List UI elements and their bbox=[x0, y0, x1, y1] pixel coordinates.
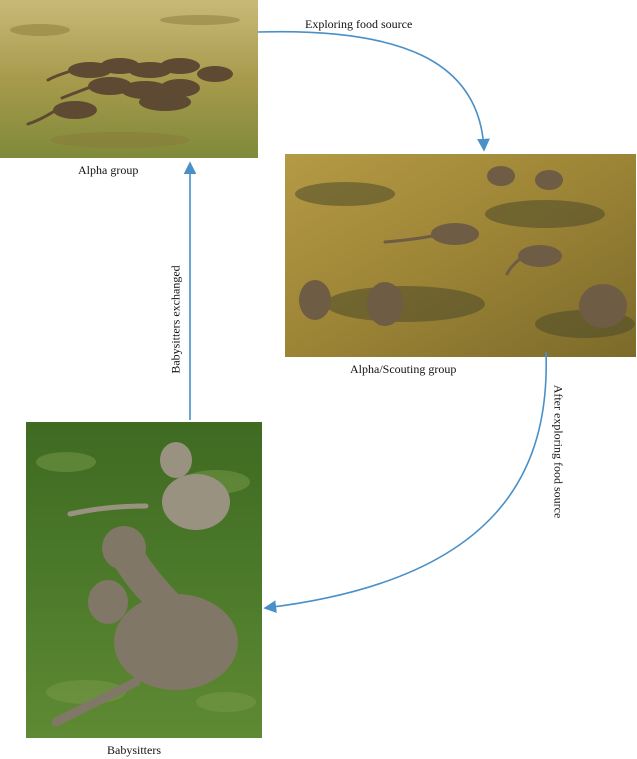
arrow-after-exploring bbox=[263, 351, 547, 614]
cycle-arrows bbox=[183, 30, 547, 614]
babysitters-exchanged-label: Babysitters exchanged bbox=[168, 265, 183, 374]
after-exploring-food-source-label: After exploring food source bbox=[551, 384, 566, 519]
arrow-exploring-food-source bbox=[257, 30, 490, 152]
exploring-food-source-label: Exploring food source bbox=[305, 17, 413, 31]
